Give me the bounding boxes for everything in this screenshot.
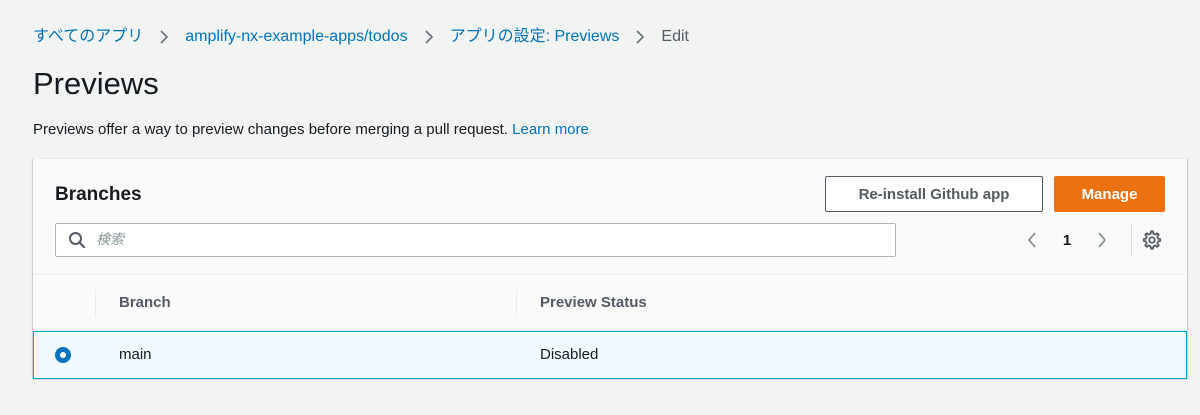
panel-title: Branches bbox=[55, 184, 142, 205]
search-box[interactable] bbox=[55, 223, 896, 257]
column-divider bbox=[95, 289, 96, 317]
reinstall-github-app-button[interactable]: Re-install Github app bbox=[825, 176, 1043, 212]
current-page-number[interactable]: 1 bbox=[1045, 232, 1089, 249]
learn-more-link[interactable]: Learn more bbox=[512, 121, 589, 138]
chevron-right-icon[interactable] bbox=[1089, 227, 1115, 253]
chevron-left-icon[interactable] bbox=[1019, 227, 1045, 253]
pagination: 1 bbox=[1019, 227, 1115, 253]
search-icon bbox=[68, 231, 86, 249]
radio-dot bbox=[60, 352, 66, 358]
column-divider bbox=[516, 289, 517, 317]
branch-cell: main bbox=[119, 346, 152, 363]
breadcrumb-app-settings[interactable]: アプリの設定: Previews bbox=[450, 27, 620, 47]
column-header-preview-status[interactable]: Preview Status bbox=[540, 293, 647, 313]
page-description: Previews offer a way to preview changes … bbox=[33, 120, 589, 140]
breadcrumb-all-apps[interactable]: すべてのアプリ bbox=[33, 27, 143, 47]
manage-button[interactable]: Manage bbox=[1054, 176, 1165, 212]
preview-status-cell: Disabled bbox=[540, 346, 599, 363]
chevron-right-icon bbox=[619, 27, 661, 47]
chevron-right-icon bbox=[408, 27, 450, 47]
column-header-branch[interactable]: Branch bbox=[119, 293, 171, 313]
breadcrumb-app[interactable]: amplify-nx-example-apps/todos bbox=[185, 27, 407, 47]
divider bbox=[1131, 223, 1132, 257]
page-title: Previews bbox=[33, 66, 159, 101]
panel-header: Branches Re-install Github app Manage 1 bbox=[33, 159, 1187, 275]
radio-selected-icon[interactable] bbox=[55, 347, 71, 363]
search-input[interactable] bbox=[96, 232, 876, 248]
table-header: Branch Preview Status bbox=[33, 275, 1187, 331]
breadcrumb-current: Edit bbox=[661, 28, 689, 45]
table-row[interactable]: main Disabled bbox=[33, 331, 1187, 379]
description-text: Previews offer a way to preview changes … bbox=[33, 121, 508, 138]
breadcrumb: すべてのアプリ amplify-nx-example-apps/todos アプ… bbox=[33, 27, 689, 47]
chevron-right-icon bbox=[143, 27, 185, 47]
gear-icon[interactable] bbox=[1141, 229, 1163, 251]
branches-panel: Branches Re-install Github app Manage 1 bbox=[33, 158, 1187, 379]
